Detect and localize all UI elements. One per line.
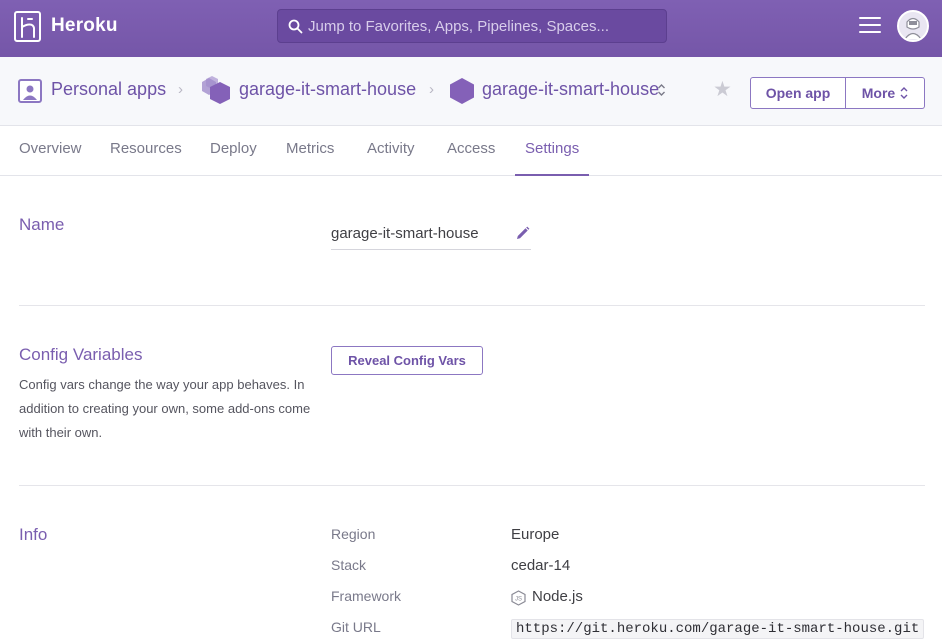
tab-resources[interactable]: Resources xyxy=(110,140,182,157)
region-label: Region xyxy=(331,526,376,542)
search-icon xyxy=(288,19,303,34)
tab-overview[interactable]: Overview xyxy=(19,140,82,157)
app-actions: Open app More xyxy=(750,77,925,109)
app-hexagon-icon xyxy=(450,78,474,104)
chevron-up-down-icon xyxy=(900,87,908,99)
stack-label: Stack xyxy=(331,557,367,573)
config-vars-description: Config vars change the way your app beha… xyxy=(19,377,311,440)
section-divider xyxy=(19,485,925,486)
config-vars-title: Config Variables xyxy=(19,345,143,364)
more-button-label: More xyxy=(861,85,896,101)
more-button[interactable]: More xyxy=(846,77,925,109)
name-section-title: Name xyxy=(19,215,65,234)
brand-name[interactable]: Heroku xyxy=(51,15,118,37)
active-tab-indicator xyxy=(515,174,589,176)
tab-access[interactable]: Access xyxy=(447,140,495,157)
hamburger-menu-icon[interactable] xyxy=(859,17,881,35)
stack-value: cedar-14 xyxy=(511,557,571,574)
edit-pencil-icon[interactable] xyxy=(515,226,530,241)
svg-text:JS: JS xyxy=(515,597,522,603)
breadcrumb-separator: › xyxy=(429,81,434,98)
favorite-star-icon[interactable]: ★ xyxy=(713,77,732,102)
app-name-field[interactable]: garage-it-smart-house xyxy=(331,222,531,250)
region-value: Europe xyxy=(511,526,560,543)
info-section-title: Info xyxy=(19,525,48,544)
breadcrumb-personal-apps[interactable]: Personal apps xyxy=(51,79,166,100)
framework-label: Framework xyxy=(331,588,402,604)
open-app-button[interactable]: Open app xyxy=(750,77,846,109)
search-box[interactable] xyxy=(277,9,667,43)
search-input[interactable] xyxy=(308,10,658,42)
tab-metrics[interactable]: Metrics xyxy=(286,140,334,157)
app-header: Personal apps › garage-it-smart-house › … xyxy=(0,57,942,126)
tab-activity[interactable]: Activity xyxy=(367,140,415,157)
app-name-value: garage-it-smart-house xyxy=(331,225,479,242)
tab-settings[interactable]: Settings xyxy=(525,140,579,157)
app-tabs: Overview Resources Deploy Metrics Activi… xyxy=(0,126,942,176)
git-url-value[interactable]: https://git.heroku.com/garage-it-smart-h… xyxy=(511,619,925,639)
app-switcher-chevron-icon[interactable] xyxy=(657,83,666,97)
pipeline-hexagon-stack-icon xyxy=(202,76,230,104)
nodejs-icon: JS xyxy=(511,590,526,606)
tab-deploy[interactable]: Deploy xyxy=(210,140,257,157)
breadcrumb-separator: › xyxy=(178,81,183,98)
reveal-config-vars-button[interactable]: Reveal Config Vars xyxy=(331,346,483,375)
top-navbar: Heroku xyxy=(0,0,942,57)
framework-value: Node.js xyxy=(532,588,583,605)
breadcrumb-app[interactable]: garage-it-smart-house xyxy=(239,79,416,100)
heroku-logo-icon[interactable] xyxy=(14,11,41,42)
user-avatar[interactable] xyxy=(897,10,929,42)
section-divider xyxy=(19,305,925,306)
current-app-name[interactable]: garage-it-smart-house xyxy=(482,79,659,100)
git-url-label: Git URL xyxy=(331,619,381,635)
personal-apps-icon xyxy=(18,79,42,103)
